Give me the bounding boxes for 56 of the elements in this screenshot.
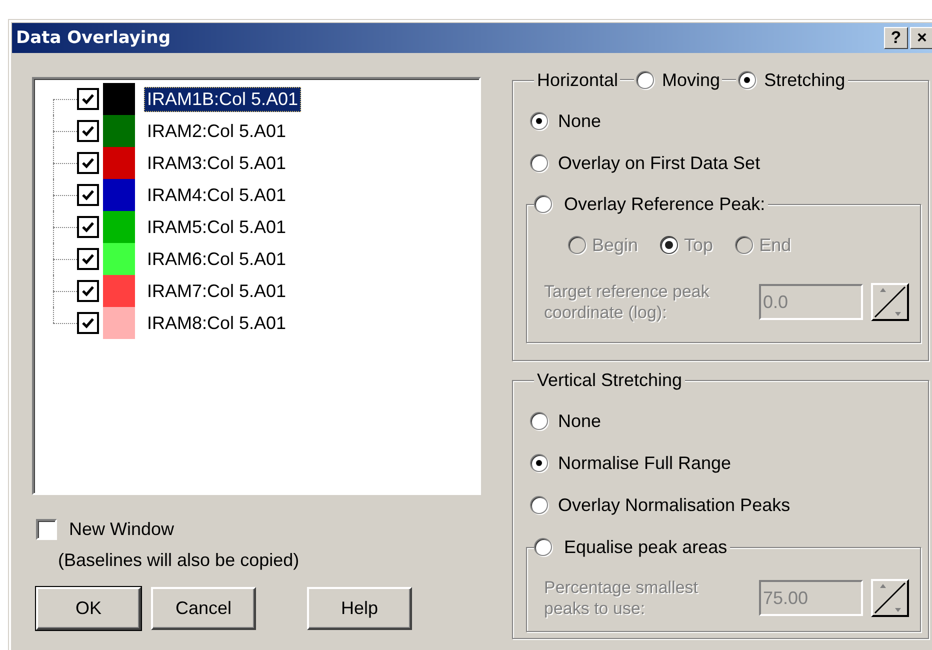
radio-button[interactable]	[530, 154, 548, 172]
spin-button[interactable]	[871, 283, 909, 321]
option-label: Overlay Normalisation Peaks	[558, 494, 790, 516]
option-label: Stretching	[764, 70, 846, 90]
option-label: Overlay on First Data Set	[558, 152, 760, 174]
radio-button[interactable]	[530, 496, 548, 514]
field-label: Target reference peak coordinate (log):	[544, 281, 710, 323]
option-label: Overlay Reference Peak:	[564, 194, 766, 214]
option-label: Begin	[592, 234, 638, 256]
tree-item[interactable]: IRAM1B:Col 5.A01	[144, 86, 302, 112]
close-button[interactable]: ×	[910, 27, 932, 49]
checkbox[interactable]	[77, 248, 99, 270]
option-label: End	[759, 234, 792, 256]
checkbox[interactable]	[36, 519, 57, 540]
tree-connector	[53, 275, 77, 307]
spin-button[interactable]	[871, 579, 909, 617]
tree-connector	[53, 179, 77, 211]
tree-item[interactable]: IRAM5:Col 5.A01	[144, 214, 290, 240]
checkbox[interactable]	[77, 184, 99, 206]
radio-button[interactable]	[530, 412, 548, 430]
window-title: Data Overlaying	[15, 28, 171, 48]
dialog-button[interactable]: OK	[36, 587, 141, 630]
option-label: Equalise peak areas	[564, 536, 728, 558]
field-label: Percentage smallest peaks to use:	[544, 577, 700, 619]
tree-connector	[53, 147, 77, 179]
option-label: Moving	[662, 70, 720, 90]
checkbox[interactable]	[77, 120, 99, 142]
dialog-button[interactable]: Cancel	[151, 587, 256, 630]
radio-button[interactable]	[530, 112, 548, 130]
checkbox[interactable]	[77, 88, 99, 110]
note-text: (Baselines will also be copied)	[58, 550, 300, 571]
tree-item[interactable]: IRAM6:Col 5.A01	[144, 246, 290, 272]
radio-button[interactable]	[530, 454, 548, 472]
option-label: None	[558, 110, 602, 132]
tree-connector	[53, 115, 77, 147]
radio-button[interactable]	[636, 71, 654, 89]
tree-item[interactable]: IRAM4:Col 5.A01	[144, 182, 290, 208]
option-label: Normalise Full Range	[558, 452, 732, 474]
tree-item[interactable]: IRAM3:Col 5.A01	[144, 150, 290, 176]
group-title: Vertical Stretching	[537, 370, 682, 390]
tree-item[interactable]: IRAM8:Col 5.A01	[144, 310, 290, 336]
checkbox[interactable]	[77, 152, 99, 174]
tree-connector	[53, 211, 77, 243]
help-button[interactable]: ?	[884, 27, 908, 49]
option-label: Top	[684, 234, 714, 256]
checkbox[interactable]	[77, 280, 99, 302]
tree-item[interactable]: IRAM2:Col 5.A01	[144, 118, 290, 144]
checkbox-label: New Window	[69, 519, 174, 540]
dialog-button[interactable]: Help	[307, 587, 412, 630]
radio-button[interactable]	[738, 71, 756, 89]
tree-connector	[53, 243, 77, 275]
checkbox[interactable]	[77, 216, 99, 238]
checkbox[interactable]	[77, 312, 99, 334]
option-label: None	[558, 410, 602, 432]
tree-item[interactable]: IRAM7:Col 5.A01	[144, 278, 290, 304]
group-title: Horizontal	[537, 70, 618, 90]
